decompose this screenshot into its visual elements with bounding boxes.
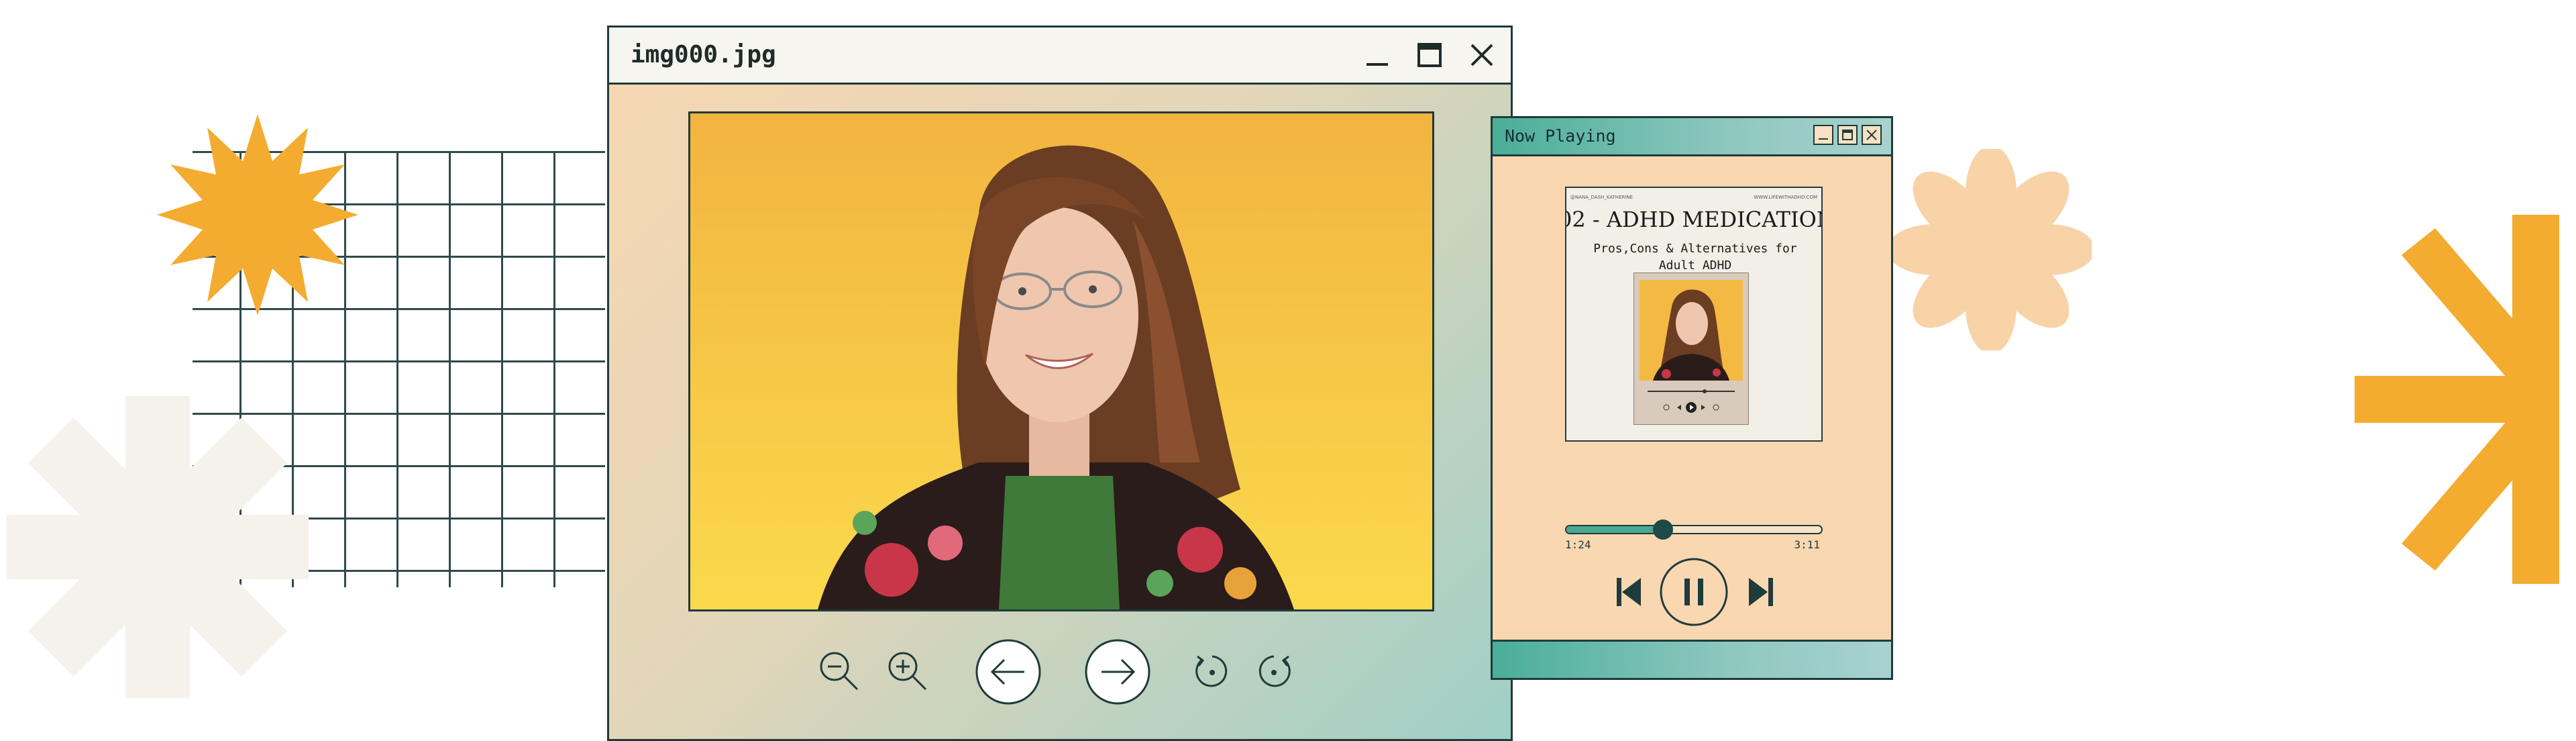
orange-starburst-decoration — [157, 114, 358, 315]
mini-player-controls — [1648, 389, 1735, 413]
progress-fill — [1566, 526, 1664, 533]
skip-forward-button[interactable] — [1744, 572, 1778, 612]
zoom-out-icon — [820, 652, 859, 691]
maximize-button[interactable] — [1413, 38, 1446, 72]
cover-site: WWW.LIFEWITHADHD.COM — [1754, 195, 1817, 200]
close-button[interactable] — [1465, 38, 1499, 72]
episode-cover-art: @NANA_DASH_KATHERINE WWW.LIFEWITHADHD.CO… — [1565, 187, 1823, 442]
player-maximize-button[interactable] — [1837, 125, 1858, 145]
arrow-right-icon — [1085, 639, 1150, 705]
pause-button[interactable] — [1659, 557, 1729, 627]
skip-back-button[interactable] — [1612, 572, 1646, 612]
cream-asterisk-decoration — [7, 396, 309, 698]
elapsed-time: 1:24 — [1565, 538, 1591, 551]
cover-mini-photo — [1640, 280, 1743, 381]
minimize-icon — [1366, 63, 1388, 66]
pause-icon — [1660, 558, 1728, 626]
cover-mini-player — [1633, 273, 1749, 425]
player-footer-bar — [1493, 640, 1891, 678]
viewer-title: img000.jpg — [631, 41, 776, 68]
zoom-out-button[interactable] — [814, 646, 864, 696]
rotate-right-button[interactable] — [1253, 650, 1295, 692]
skip-back-icon — [1617, 578, 1641, 606]
peach-flower-decoration — [1890, 149, 2092, 350]
skip-forward-icon — [1749, 578, 1773, 606]
portrait-photo — [690, 113, 1432, 609]
zoom-in-icon — [888, 652, 927, 691]
close-icon — [1866, 130, 1877, 140]
rotate-right-icon — [1258, 655, 1291, 687]
total-time: 3:11 — [1794, 538, 1820, 551]
cover-handle: @NANA_DASH_KATHERINE — [1570, 195, 1633, 200]
orange-half-asterisk-decoration — [2355, 215, 2559, 584]
close-icon — [1470, 44, 1493, 66]
previous-image-button[interactable] — [975, 638, 1042, 705]
cover-subtitle: Pros,Cons & Alternatives for Adult ADHD — [1593, 242, 1797, 273]
cover-headline: 02 - ADHD MEDICATION — [1565, 207, 1823, 232]
viewer-titlebar[interactable]: img000.jpg — [609, 28, 1511, 85]
mini-portrait — [1640, 280, 1743, 381]
maximize-icon — [1417, 43, 1442, 67]
player-titlebar[interactable]: Now Playing — [1493, 118, 1891, 156]
player-close-button[interactable] — [1862, 125, 1882, 145]
maximize-icon — [1842, 130, 1853, 140]
player-title: Now Playing — [1505, 126, 1616, 146]
playback-progress-bar[interactable] — [1565, 520, 1823, 540]
main-photo — [688, 111, 1434, 611]
progress-knob[interactable] — [1653, 520, 1674, 540]
next-image-button[interactable] — [1084, 638, 1151, 705]
rotate-left-icon — [1195, 655, 1228, 687]
now-playing-window: Now Playing @NANA_DASH_KATHERINE WWW.LIF… — [1491, 116, 1893, 680]
zoom-in-button[interactable] — [883, 646, 932, 696]
minimize-button[interactable] — [1360, 38, 1394, 72]
arrow-left-icon — [975, 639, 1041, 705]
minimize-icon — [1819, 138, 1828, 140]
rotate-left-button[interactable] — [1191, 650, 1233, 692]
player-minimize-button[interactable] — [1813, 125, 1833, 145]
image-viewer-window: img000.jpg — [607, 26, 1513, 741]
